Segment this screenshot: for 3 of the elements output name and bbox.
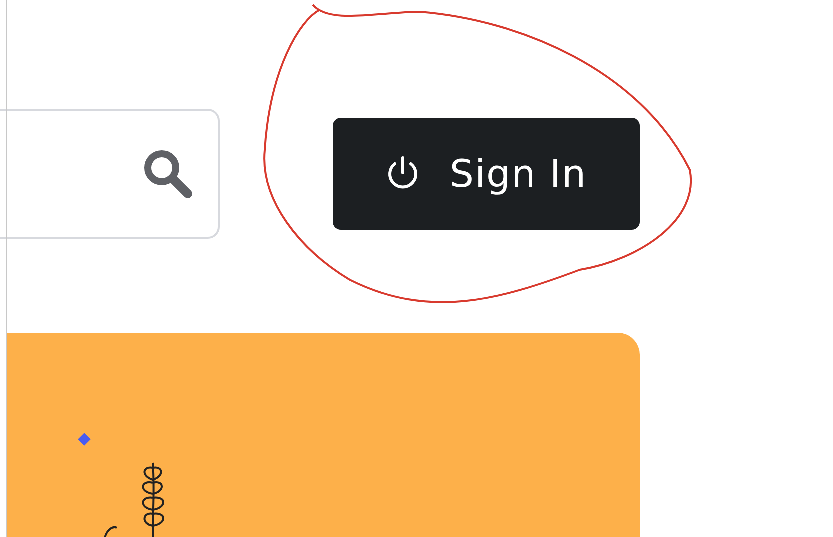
search-icon	[142, 148, 194, 200]
sign-in-button[interactable]: Sign In	[333, 118, 640, 230]
search-field[interactable]	[0, 109, 220, 239]
